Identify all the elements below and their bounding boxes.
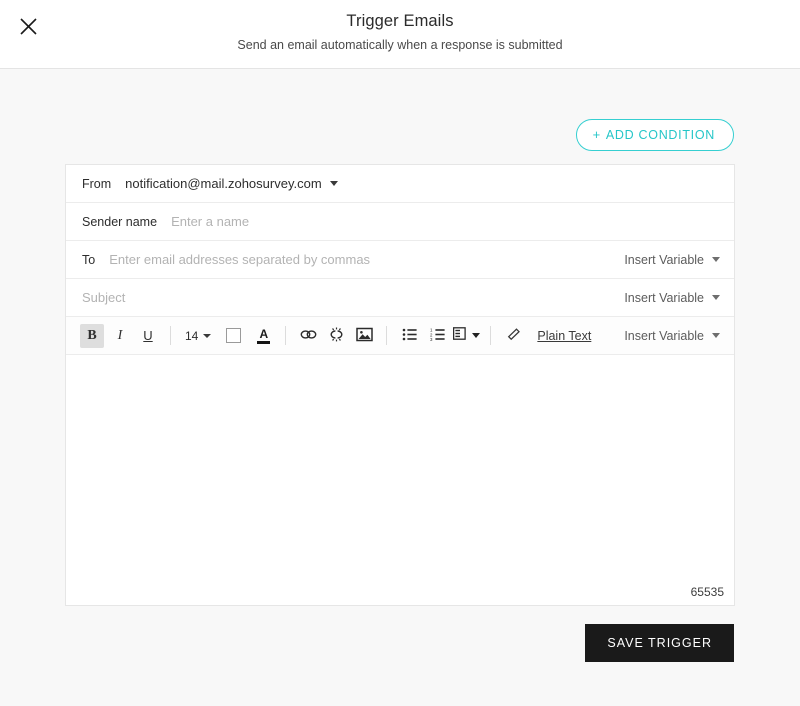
toolbar-separator [490, 326, 492, 345]
bulleted-list-icon [402, 328, 417, 344]
header-text-block: Trigger Emails Send an email automatical… [0, 0, 800, 54]
chevron-down-icon [712, 295, 720, 300]
plus-icon: + [592, 127, 601, 142]
text-color-button[interactable]: A [257, 326, 271, 344]
chevron-down-icon [203, 333, 212, 338]
subject-row: Subject Insert Variable [66, 279, 734, 317]
chevron-down-icon [329, 181, 338, 186]
close-button[interactable] [14, 12, 42, 40]
toolbar-separator [386, 326, 388, 345]
italic-button[interactable]: I [108, 324, 132, 348]
editor-toolbar: B I U 14 A 1 2 3 Plain Text Insert Varia… [66, 317, 734, 355]
text-align-dropdown[interactable] [453, 326, 481, 345]
subject-insert-variable-label: Insert Variable [624, 290, 704, 305]
underline-button[interactable]: U [136, 324, 160, 348]
to-insert-variable-label: Insert Variable [624, 252, 704, 267]
text-color-bar [257, 340, 271, 344]
clear-formatting-icon [505, 327, 521, 345]
font-size-dropdown[interactable]: 14 [181, 329, 215, 343]
to-label: To [82, 252, 96, 267]
unlink-icon [328, 327, 345, 345]
from-value: notification@mail.zohosurvey.com [125, 176, 322, 191]
from-label: From [82, 176, 112, 191]
sender-name-row: Sender name Enter a name [66, 203, 734, 241]
link-icon [300, 328, 317, 344]
character-count: 65535 [690, 585, 724, 599]
dialog-body: + ADD CONDITION From notification@mail.zo… [0, 69, 800, 706]
page-title: Trigger Emails [346, 12, 454, 30]
text-color-letter: A [259, 326, 269, 341]
save-trigger-button[interactable]: SAVE TRIGGER [585, 624, 734, 662]
editor-insert-variable-dropdown[interactable]: Insert Variable [624, 329, 720, 343]
bulleted-list-button[interactable] [397, 324, 421, 348]
chevron-down-icon [472, 333, 481, 338]
add-condition-row: + ADD CONDITION [0, 69, 800, 151]
sender-name-input[interactable]: Enter a name [171, 214, 720, 229]
text-align-icon [453, 326, 468, 345]
email-form-card: From notification@mail.zohosurvey.com Se… [65, 164, 735, 606]
dialog-footer: SAVE TRIGGER [0, 606, 800, 662]
chevron-down-icon [712, 333, 720, 338]
unlink-button[interactable] [324, 324, 348, 348]
font-size-value: 14 [185, 328, 199, 343]
to-input[interactable]: Enter email addresses separated by comma… [109, 252, 624, 267]
close-icon [19, 17, 38, 36]
bold-button[interactable]: B [80, 323, 104, 348]
from-select[interactable]: notification@mail.zohosurvey.com [125, 176, 338, 191]
chevron-down-icon [712, 257, 720, 262]
editor-insert-variable-label: Insert Variable [624, 328, 704, 343]
plain-text-button[interactable]: Plain Text [537, 329, 591, 343]
to-insert-variable-dropdown[interactable]: Insert Variable [624, 253, 720, 267]
dialog-header: Trigger Emails Send an email automatical… [0, 0, 800, 69]
add-condition-label: ADD CONDITION [605, 128, 715, 142]
clear-formatting-button[interactable] [501, 324, 525, 348]
sender-name-label: Sender name [82, 214, 158, 229]
add-condition-button[interactable]: + ADD CONDITION [575, 119, 734, 151]
svg-text:3: 3 [430, 337, 433, 341]
link-button[interactable] [296, 324, 320, 348]
from-row: From notification@mail.zohosurvey.com [66, 165, 734, 203]
insert-image-button[interactable] [352, 324, 376, 348]
numbered-list-icon: 1 2 3 [430, 327, 445, 344]
subject-insert-variable-dropdown[interactable]: Insert Variable [624, 291, 720, 305]
to-row: To Enter email addresses separated by co… [66, 241, 734, 279]
toolbar-separator [285, 326, 287, 345]
email-body-input[interactable] [66, 356, 734, 605]
background-color-swatch[interactable] [226, 328, 242, 343]
image-icon [356, 327, 373, 345]
page-subtitle: Send an email automatically when a respo… [237, 38, 563, 52]
subject-input[interactable]: Subject [82, 290, 624, 305]
numbered-list-button[interactable]: 1 2 3 [425, 324, 449, 348]
toolbar-separator [170, 326, 171, 345]
email-body-editor: 65535 [66, 355, 734, 605]
